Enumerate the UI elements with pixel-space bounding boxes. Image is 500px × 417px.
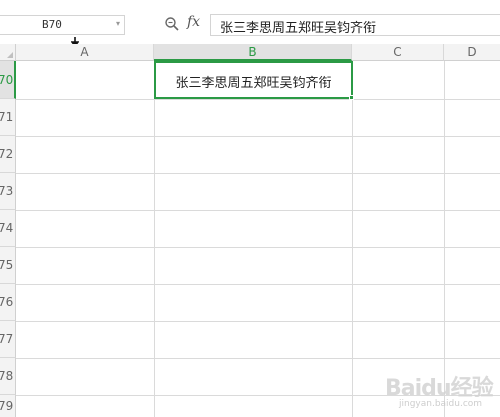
row-label: 78: [0, 369, 14, 383]
watermark-text: Baidu经验: [385, 376, 494, 401]
row-header-70[interactable]: 70: [0, 61, 16, 99]
row-label: 75: [0, 258, 14, 272]
grid-line: [16, 210, 500, 211]
grid-line: [154, 61, 155, 417]
formula-text: 张三李思周五郑旺吴钧齐衔: [220, 21, 377, 36]
chevron-down-icon[interactable]: ▾: [116, 19, 120, 28]
corner-triangle-icon: [7, 52, 13, 58]
zoom-search-icon[interactable]: [164, 16, 180, 32]
row-header-78[interactable]: 78: [0, 358, 16, 395]
row-label: 71: [0, 110, 14, 124]
cell-grid[interactable]: [16, 61, 500, 417]
cell-value: 张三李思周五郑旺吴钧齐衔: [175, 76, 332, 91]
grid-line: [16, 173, 500, 174]
row-label: 72: [0, 147, 14, 161]
active-cell-b70[interactable]: 张三李思周五郑旺吴钧齐衔: [154, 61, 354, 100]
row-label: 76: [0, 295, 14, 309]
column-header-b[interactable]: B: [154, 44, 352, 61]
name-box-value: B70: [42, 18, 62, 31]
row-header-79[interactable]: 79: [0, 395, 16, 417]
row-label: 70: [0, 72, 14, 87]
row-header-73[interactable]: 73: [0, 173, 16, 210]
row-header-74[interactable]: 74: [0, 210, 16, 247]
grid-line: [16, 99, 500, 100]
row-header-76[interactable]: 76: [0, 284, 16, 321]
row-header-75[interactable]: 75: [0, 247, 16, 284]
name-box[interactable]: B70 ▾: [0, 15, 125, 35]
column-header-c[interactable]: C: [352, 44, 444, 61]
formula-input[interactable]: 张三李思周五郑旺吴钧齐衔: [210, 14, 500, 36]
grid-line: [16, 358, 500, 359]
row-header-77[interactable]: 77: [0, 321, 16, 358]
grid-line: [16, 247, 500, 248]
watermark-sub: jingyan.baidu.com: [399, 399, 483, 409]
column-header-a[interactable]: A: [16, 44, 154, 61]
grid-line: [444, 61, 445, 417]
row-label: 77: [0, 332, 14, 346]
baidu-watermark: Baidu经验 jingyan.baidu.com: [385, 368, 500, 417]
grid-line: [16, 321, 500, 322]
row-header-71[interactable]: 71: [0, 99, 16, 136]
row-header-72[interactable]: 72: [0, 136, 16, 173]
select-all-corner[interactable]: [0, 44, 16, 61]
row-label: 74: [0, 221, 14, 235]
grid-line: [16, 136, 500, 137]
row-label: 79: [0, 399, 14, 413]
grid-line: [352, 61, 353, 417]
grid-line: [16, 284, 500, 285]
fill-handle[interactable]: [349, 95, 354, 100]
column-header-d[interactable]: D: [444, 44, 500, 61]
fx-icon[interactable]: fx: [187, 14, 200, 30]
row-label: 73: [0, 184, 14, 198]
